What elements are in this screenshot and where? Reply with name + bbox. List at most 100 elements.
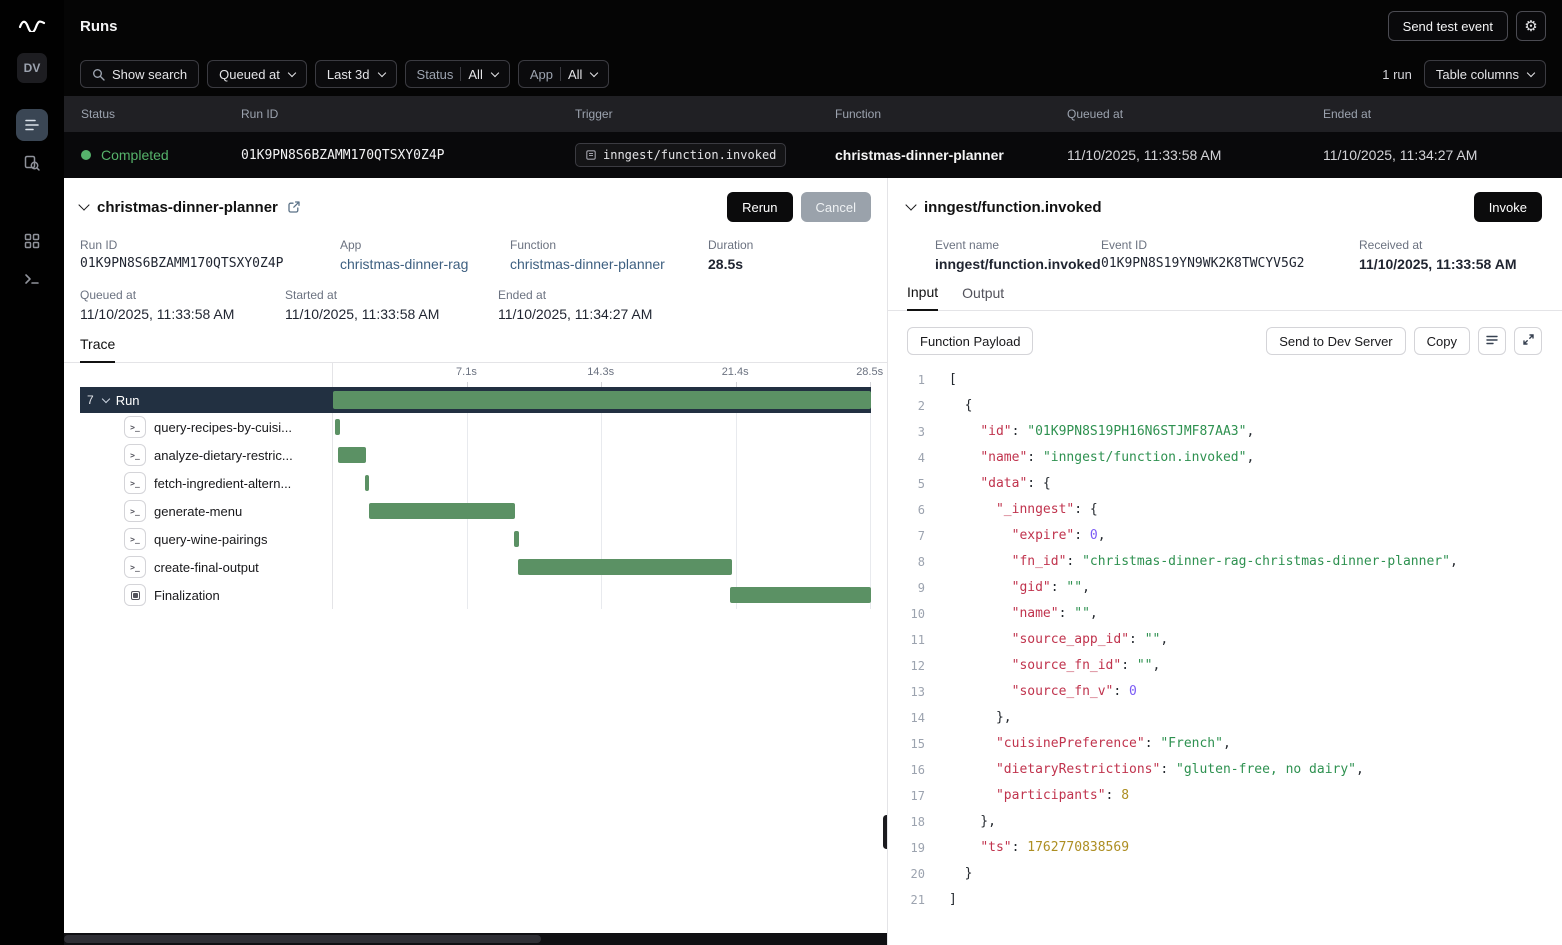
trace-step-row[interactable]: >_analyze-dietary-restric... xyxy=(80,441,871,469)
inngest-logo-icon[interactable] xyxy=(18,16,46,37)
collapse-chevron-icon[interactable] xyxy=(78,199,89,210)
step-duration-bar[interactable] xyxy=(514,531,518,547)
copy-button[interactable]: Copy xyxy=(1414,327,1470,355)
step-icon: >_ xyxy=(124,528,146,550)
field-value: 01K9PN8S19YN9WK2K8TWCYV5G2 xyxy=(1101,256,1359,271)
horizontal-scrollbar[interactable] xyxy=(64,933,887,945)
terminal-icon: >_ xyxy=(130,507,140,516)
code-line: 11 "source_app_id": "", xyxy=(907,627,1542,653)
line-number: 12 xyxy=(907,653,925,679)
sidebar: DV xyxy=(0,0,64,945)
run-details-panel: christmas-dinner-planner Rerun Cancel Ru… xyxy=(64,178,888,945)
step-bars xyxy=(333,525,871,553)
event-title: inngest/function.invoked xyxy=(924,199,1102,216)
step-name: generate-menu xyxy=(154,504,242,519)
field-value[interactable]: christmas-dinner-rag xyxy=(340,256,510,272)
app-filter-dropdown[interactable]: App All xyxy=(518,60,610,88)
trace-step-row[interactable]: >_fetch-ingredient-altern... xyxy=(80,469,871,497)
status-filter-dropdown[interactable]: Status All xyxy=(405,60,510,88)
queued-at-dropdown[interactable]: Queued at xyxy=(207,60,307,88)
trace-step-row[interactable]: >_query-wine-pairings xyxy=(80,525,871,553)
code-text: "source_fn_v": 0 xyxy=(949,679,1137,705)
code-text: "expire": 0, xyxy=(949,523,1106,549)
trace-step-row[interactable]: >_ generate-menu xyxy=(80,497,871,525)
step-bars xyxy=(333,469,871,497)
sidebar-item-apps[interactable] xyxy=(16,225,48,257)
field-label: Run ID xyxy=(80,238,340,252)
step-icon: >_ xyxy=(124,416,146,438)
external-link-icon[interactable] xyxy=(287,200,301,214)
runs-list-icon xyxy=(23,116,41,134)
code-line: 5 "data": { xyxy=(907,471,1542,497)
trace-step-row[interactable]: >_query-recipes-by-cuisi... xyxy=(80,413,871,441)
code-line: 14 }, xyxy=(907,705,1542,731)
settings-button[interactable]: ⚙ xyxy=(1516,11,1546,41)
code-text: "source_fn_id": "", xyxy=(949,653,1160,679)
detail-field: Appchristmas-dinner-rag xyxy=(340,238,510,272)
sidebar-item-debugger[interactable] xyxy=(16,147,48,179)
step-duration-bar[interactable] xyxy=(730,587,871,603)
trace-run-row[interactable]: 7Run xyxy=(80,387,871,413)
code-text: }, xyxy=(949,705,1012,731)
step-duration-bar[interactable] xyxy=(335,419,340,435)
collapse-chevron-icon[interactable] xyxy=(905,199,916,210)
trace-run-bar[interactable] xyxy=(333,391,871,409)
trigger-badge[interactable]: inngest/function.invoked xyxy=(575,143,786,167)
invoke-button[interactable]: Invoke xyxy=(1474,192,1542,222)
step-duration-bar[interactable] xyxy=(338,447,366,463)
status-dot-icon xyxy=(81,150,91,160)
table-columns-dropdown[interactable]: Table columns xyxy=(1424,60,1546,88)
field-value: inngest/function.invoked xyxy=(935,256,1101,272)
tab-input[interactable]: Input xyxy=(907,284,938,311)
step-duration-bar[interactable] xyxy=(365,475,369,491)
show-search-button[interactable]: Show search xyxy=(80,60,199,88)
trace-step-row[interactable]: >_create-final-output xyxy=(80,553,871,581)
expand-button[interactable] xyxy=(1514,327,1542,355)
step-bars xyxy=(333,581,871,609)
field-label: Event ID xyxy=(1101,238,1359,252)
sidebar-item-runs[interactable] xyxy=(16,109,48,141)
code-view: 1[2 {3 "id": "01K9PN8S19PH16N6STJMF87AA3… xyxy=(907,367,1542,945)
show-search-label: Show search xyxy=(112,67,187,82)
child-count[interactable]: 7 xyxy=(87,393,94,407)
gear-icon: ⚙ xyxy=(1524,19,1537,34)
tab-trace[interactable]: Trace xyxy=(80,336,115,363)
timeline-label-spacer xyxy=(80,363,333,387)
line-number: 11 xyxy=(907,627,925,653)
trace-run-label: 7Run xyxy=(80,393,333,408)
table-row[interactable]: Completed01K9PN8S6BZAMM170QTSXY0Z4Pinnge… xyxy=(64,132,1562,178)
run-info-row-1: Run ID01K9PN8S6BZAMM170QTSXY0Z4PAppchris… xyxy=(80,238,871,272)
tab-output[interactable]: Output xyxy=(962,284,1004,310)
code-line: 10 "name": "", xyxy=(907,601,1542,627)
trace-step-row[interactable]: Finalization xyxy=(80,581,871,609)
tick-label: 21.4s xyxy=(722,366,749,378)
horizontal-scrollbar-thumb[interactable] xyxy=(64,935,541,943)
step-duration-bar[interactable] xyxy=(369,503,515,519)
trace-step-label: >_query-wine-pairings xyxy=(80,525,333,553)
time-range-dropdown[interactable]: Last 3d xyxy=(315,60,397,88)
step-icon: >_ xyxy=(124,444,146,466)
rerun-button[interactable]: Rerun xyxy=(727,192,792,222)
column-header: Function xyxy=(835,107,1067,121)
event-actions: Invoke xyxy=(1474,192,1542,222)
function-payload-chip[interactable]: Function Payload xyxy=(907,327,1033,355)
column-header: Run ID xyxy=(241,107,575,121)
cancel-button[interactable]: Cancel xyxy=(801,192,871,222)
queued-at-cell: 11/10/2025, 11:33:58 AM xyxy=(1067,147,1323,163)
run-count: 1 run xyxy=(1382,67,1412,82)
field-value[interactable]: christmas-dinner-planner xyxy=(510,256,708,272)
function-cell: christmas-dinner-planner xyxy=(835,147,1067,163)
send-to-dev-server-button[interactable]: Send to Dev Server xyxy=(1266,327,1405,355)
send-test-event-button[interactable]: Send test event xyxy=(1388,11,1508,41)
page-title: Runs xyxy=(80,18,118,35)
code-line: 19 "ts": 1762770838569 xyxy=(907,835,1542,861)
step-duration-bar[interactable] xyxy=(518,559,732,575)
line-number: 14 xyxy=(907,705,925,731)
sidebar-nav-bottom xyxy=(16,225,48,295)
code-text: "_inngest": { xyxy=(949,497,1098,523)
filterbar-right: 1 run Table columns xyxy=(1382,60,1546,88)
sidebar-item-terminal[interactable] xyxy=(16,263,48,295)
app-filter-label: App xyxy=(530,67,553,82)
line-number: 8 xyxy=(907,549,925,575)
wrap-lines-button[interactable] xyxy=(1478,327,1506,355)
